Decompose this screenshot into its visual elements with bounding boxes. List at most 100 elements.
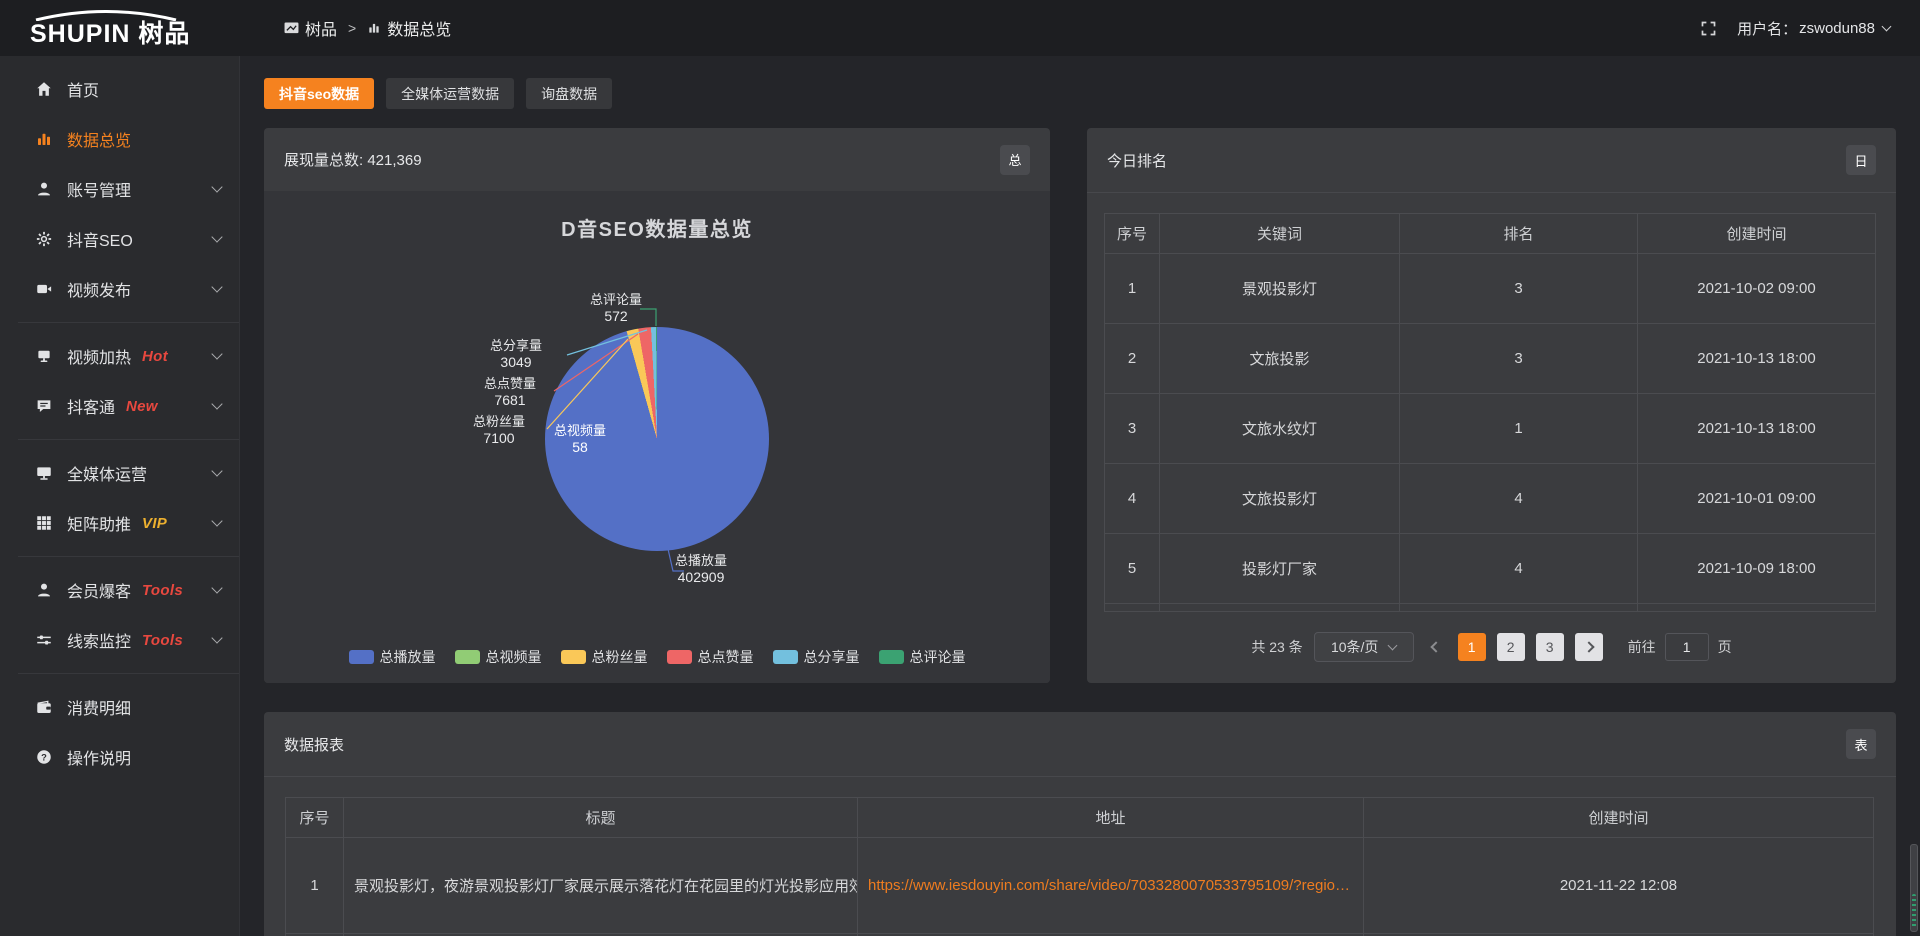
chevron-down-icon bbox=[211, 231, 222, 242]
tab-media-operation-data[interactable]: 全媒体运营数据 bbox=[386, 78, 514, 109]
question-circle-icon: ? bbox=[34, 747, 54, 767]
legend-label: 总播放量 bbox=[380, 647, 436, 667]
hot-badge: Hot bbox=[142, 348, 168, 365]
cell-keyword: 文旅投影灯 bbox=[1160, 464, 1400, 534]
sidebar-item-label: 数据总览 bbox=[67, 127, 131, 151]
legend-item[interactable]: 总播放量 bbox=[349, 647, 436, 667]
column-header: 创建时间 bbox=[1364, 798, 1874, 838]
total-toggle-button[interactable]: 总 bbox=[1000, 145, 1030, 175]
table-row-clipped bbox=[1105, 604, 1876, 612]
table-toggle-button[interactable]: 表 bbox=[1846, 729, 1876, 759]
day-toggle-button[interactable]: 日 bbox=[1846, 145, 1876, 175]
sidebar-item-home[interactable]: 首页 bbox=[0, 64, 239, 114]
legend-item[interactable]: 总分享量 bbox=[773, 647, 860, 667]
sidebar-item-douyin-seo[interactable]: 抖音SEO bbox=[0, 214, 239, 264]
page-size-select[interactable]: 10条/页 bbox=[1314, 632, 1414, 662]
legend-swatch bbox=[879, 650, 904, 664]
app-logo: SHUPIN 树品 bbox=[0, 10, 240, 47]
overview-panel-header: 展现量总数: 421,369 总 bbox=[264, 128, 1050, 191]
sidebar-item-account[interactable]: 账号管理 bbox=[0, 164, 239, 214]
scrollbar-thumb[interactable] bbox=[1910, 844, 1918, 932]
cell-created: 2021-10-01 09:00 bbox=[1638, 464, 1876, 534]
sidebar-item-member-baoke[interactable]: 会员爆客 Tools bbox=[0, 565, 239, 615]
sidebar-item-douketong[interactable]: 抖客通 New bbox=[0, 381, 239, 431]
sidebar-item-label: 抖客通 bbox=[67, 394, 115, 418]
chevron-down-icon bbox=[211, 281, 222, 292]
sidebar-item-label: 首页 bbox=[67, 77, 99, 101]
monitor-icon bbox=[34, 463, 54, 483]
sidebar-item-matrix-boost[interactable]: 矩阵助推 VIP bbox=[0, 498, 239, 548]
username: zswodun88 bbox=[1799, 20, 1875, 37]
goto-page: 前往 页 bbox=[1628, 633, 1732, 661]
pie-chart-area: D音SEO数据量总览 总评论量572 总分享量3049 总点赞量7681 总粉丝… bbox=[264, 191, 1050, 683]
breadcrumb-current[interactable]: 数据总览 bbox=[367, 16, 451, 40]
cell-rank: 3 bbox=[1400, 254, 1638, 324]
chevron-down-icon bbox=[211, 515, 222, 526]
cell-index: 1 bbox=[286, 838, 344, 934]
legend-item[interactable]: 总评论量 bbox=[879, 647, 966, 667]
fullscreen-icon[interactable] bbox=[1700, 20, 1717, 37]
cell-index: 4 bbox=[1105, 464, 1160, 534]
sidebar-divider bbox=[18, 556, 239, 557]
legend-swatch bbox=[561, 650, 586, 664]
page-button-1[interactable]: 1 bbox=[1458, 633, 1486, 661]
legend-item[interactable]: 总粉丝量 bbox=[561, 647, 648, 667]
sidebar-item-video-publish[interactable]: 视频发布 bbox=[0, 264, 239, 314]
table-row[interactable]: 3 文旅水纹灯 1 2021-10-13 18:00 bbox=[1105, 394, 1876, 464]
cell-title: 景观投影灯，夜游景观投影灯厂家展示展示落花灯在花园里的灯光投影应用效果 # bbox=[344, 838, 858, 934]
breadcrumb-root[interactable]: 树品 bbox=[284, 16, 337, 40]
cell-created: 2021-10-13 18:00 bbox=[1638, 324, 1876, 394]
cell-keyword: 文旅水纹灯 bbox=[1160, 394, 1400, 464]
column-header: 序号 bbox=[286, 798, 344, 838]
table-row[interactable]: 1 景观投影灯 3 2021-10-02 09:00 bbox=[1105, 254, 1876, 324]
sidebar-item-consumption[interactable]: 消费明细 bbox=[0, 682, 239, 732]
home-icon bbox=[34, 79, 54, 99]
report-link[interactable]: https://www.iesdouyin.com/share/video/70… bbox=[858, 838, 1364, 934]
legend-item[interactable]: 总视频量 bbox=[455, 647, 542, 667]
goto-page-input[interactable] bbox=[1665, 633, 1709, 661]
column-header: 序号 bbox=[1105, 214, 1160, 254]
sidebar-item-lead-monitor[interactable]: 线索监控 Tools bbox=[0, 615, 239, 665]
bar-chart-icon bbox=[34, 129, 54, 149]
table-row[interactable]: 2 文旅投影 3 2021-10-13 18:00 bbox=[1105, 324, 1876, 394]
sliders-icon bbox=[34, 630, 54, 650]
page-button-2[interactable]: 2 bbox=[1497, 633, 1525, 661]
sidebar-item-data-overview[interactable]: 数据总览 bbox=[0, 114, 239, 164]
sidebar-item-video-heat[interactable]: 视频加热 Hot bbox=[0, 331, 239, 381]
table-row[interactable]: 5 投影灯厂家 4 2021-10-09 18:00 bbox=[1105, 534, 1876, 604]
sidebar-item-help[interactable]: ? 操作说明 bbox=[0, 732, 239, 782]
tools-badge: Tools bbox=[142, 582, 183, 599]
breadcrumb-root-label: 树品 bbox=[305, 16, 337, 40]
vip-badge: VIP bbox=[142, 515, 167, 532]
legend-item[interactable]: 总点赞量 bbox=[667, 647, 754, 667]
cell-index: 1 bbox=[1105, 254, 1160, 324]
cell-keyword: 文旅投影 bbox=[1160, 324, 1400, 394]
pie-label-shares: 总分享量3049 bbox=[490, 337, 542, 371]
pie-label-fans: 总粉丝量7100 bbox=[473, 413, 525, 447]
table-row[interactable]: 1 景观投影灯，夜游景观投影灯厂家展示展示落花灯在花园里的灯光投影应用效果 # … bbox=[286, 838, 1874, 934]
user-menu[interactable]: 用户名：zswodun88 bbox=[1737, 18, 1890, 39]
chevron-left-icon bbox=[1430, 641, 1441, 652]
sidebar-item-label: 矩阵助推 bbox=[67, 511, 131, 535]
legend-swatch bbox=[773, 650, 798, 664]
page-scrollbar[interactable] bbox=[1908, 56, 1920, 936]
sidebar-item-label: 操作说明 bbox=[67, 745, 131, 769]
pie-label-lines bbox=[264, 191, 1050, 683]
tab-inquiry-data[interactable]: 询盘数据 bbox=[526, 78, 612, 109]
sidebar-item-label: 线索监控 bbox=[67, 628, 131, 652]
sidebar-divider bbox=[18, 322, 239, 323]
cell-created: 2021-10-09 18:00 bbox=[1638, 534, 1876, 604]
prev-page-button[interactable] bbox=[1425, 633, 1447, 661]
table-row[interactable]: 4 文旅投影灯 4 2021-10-01 09:00 bbox=[1105, 464, 1876, 534]
sidebar-item-media-operation[interactable]: 全媒体运营 bbox=[0, 448, 239, 498]
tab-douyin-seo-data[interactable]: 抖音seo数据 bbox=[264, 78, 374, 109]
sidebar-item-label: 视频发布 bbox=[67, 277, 131, 301]
breadcrumb-separator: > bbox=[348, 20, 356, 36]
sidebar-item-label: 全媒体运营 bbox=[67, 461, 147, 485]
overview-panel: 展现量总数: 421,369 总 D音SEO数据量总览 总评论量572 总分享量… bbox=[264, 128, 1050, 683]
page-button-3[interactable]: 3 bbox=[1536, 633, 1564, 661]
new-badge: New bbox=[126, 398, 158, 415]
next-page-button[interactable] bbox=[1575, 633, 1603, 661]
pie-label-videos: 总视频量58 bbox=[554, 422, 606, 456]
data-tabs: 抖音seo数据 全媒体运营数据 询盘数据 bbox=[264, 78, 612, 109]
